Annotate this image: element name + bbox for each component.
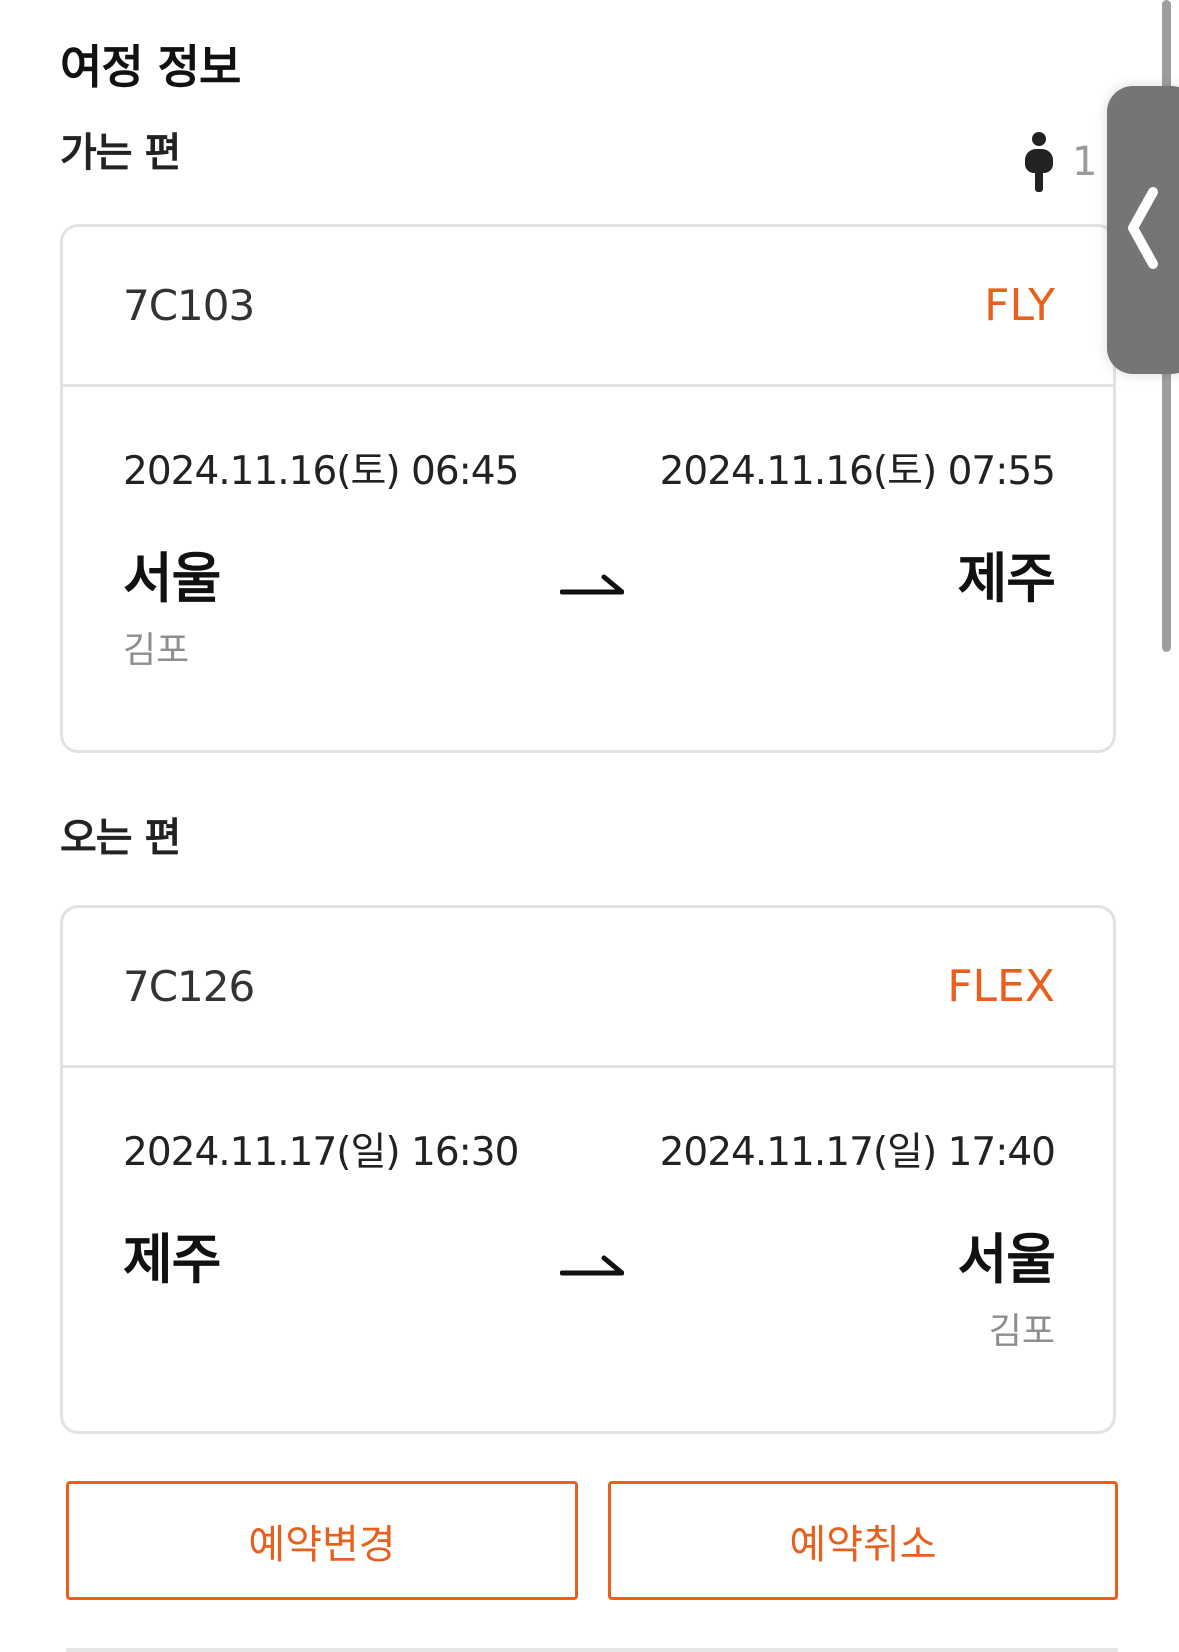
chevron-left-icon	[1128, 187, 1158, 269]
outbound-departure-airport: 김포	[123, 630, 190, 671]
outbound-departure-datetime: 2024.11.16(토) 06:45	[123, 449, 519, 494]
outbound-arrival-city: 제주	[957, 547, 1056, 610]
inbound-arrival-city: 서울	[957, 1228, 1056, 1291]
inbound-departure-city: 제주	[123, 1228, 221, 1291]
inbound-departure-datetime: 2024.11.17(일) 16:30	[123, 1130, 519, 1175]
outbound-departure-city: 서울	[123, 547, 221, 610]
outbound-fare-class: FLY	[984, 280, 1055, 331]
inbound-flight-card[interactable]: 7C126 FLEX 2024.11.17(일) 16:30 2024.11.1…	[60, 905, 1116, 1434]
side-panel-toggle[interactable]	[1107, 86, 1179, 374]
page-title: 여정 정보	[60, 40, 241, 94]
route-arrow-icon	[560, 574, 624, 595]
outbound-card-header: 7C103 FLY	[63, 227, 1113, 387]
inbound-card-header: 7C126 FLEX	[63, 908, 1113, 1068]
inbound-arrival-airport: 김포	[988, 1311, 1055, 1352]
outbound-flight-card[interactable]: 7C103 FLY 2024.11.16(토) 06:45 2024.11.16…	[60, 224, 1116, 753]
change-reservation-button[interactable]: 예약변경	[66, 1481, 578, 1600]
outbound-arrival-datetime: 2024.11.16(토) 07:55	[659, 449, 1056, 494]
outbound-flight-number: 7C103	[123, 281, 255, 330]
outbound-section-title: 가는 편	[60, 130, 181, 176]
next-section-edge	[66, 1648, 1118, 1652]
route-arrow-icon	[560, 1255, 624, 1276]
inbound-arrival-datetime: 2024.11.17(일) 17:40	[659, 1130, 1056, 1175]
person-icon	[1024, 132, 1054, 192]
passenger-count: 1	[1024, 132, 1097, 192]
inbound-flight-number: 7C126	[123, 962, 255, 1011]
inbound-fare-class: FLEX	[947, 961, 1055, 1012]
passenger-count-value: 1	[1072, 139, 1098, 185]
inbound-section-title: 오는 편	[60, 815, 181, 861]
cancel-reservation-button[interactable]: 예약취소	[608, 1481, 1118, 1600]
